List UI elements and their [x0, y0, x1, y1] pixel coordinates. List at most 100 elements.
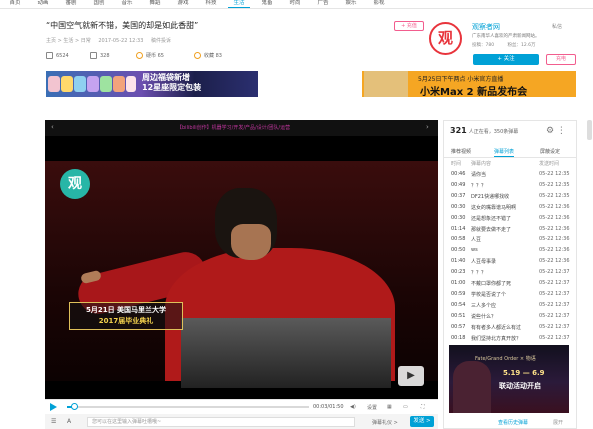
nav-item[interactable]: 鬼畜	[256, 0, 278, 8]
col-sent[interactable]: 发送时间	[539, 160, 559, 167]
banner-left-line2: 12星座限定包装	[142, 83, 202, 92]
recharge-tag[interactable]: + 充值	[394, 21, 424, 31]
nav-item[interactable]: 广告	[312, 0, 334, 8]
fullscreen-icon[interactable]: ⛶	[421, 404, 425, 410]
nav-item[interactable]: 时尚	[284, 0, 306, 8]
row-content: DF21快递哪找收	[471, 193, 510, 200]
nav-item[interactable]: 音乐	[116, 0, 138, 8]
page-scrollbar[interactable]	[587, 120, 592, 140]
expand-link[interactable]: 展开	[553, 419, 563, 426]
danmaku-style-icon[interactable]: A	[67, 418, 71, 425]
uploader-name[interactable]: 观察者网	[472, 22, 500, 32]
nav-item-active[interactable]: 生活	[228, 0, 250, 8]
nav-item[interactable]: 首页	[4, 0, 26, 8]
col-content[interactable]: 弹幕内容	[471, 160, 491, 167]
row-time: 00:23	[451, 269, 466, 276]
breadcrumb[interactable]: 主页 > 生活 > 日常	[46, 38, 91, 44]
player-title[interactable]: 【bilibili创作】机器学习/开发/产品/设计/团队/运营	[177, 124, 290, 131]
send-button[interactable]: 发送 >	[410, 416, 434, 427]
ad-banner-left[interactable]: 周边福袋新增 12星座限定包装	[46, 71, 258, 97]
charge-button[interactable]: 充电	[546, 54, 576, 65]
tv-icon[interactable]: ▶	[398, 366, 424, 386]
row-content: 人豆母事录	[471, 259, 497, 266]
danmaku-row[interactable]: 00:30 还是想象还不错了 05-22 12:36	[444, 215, 576, 224]
nav-item[interactable]: 动画	[32, 0, 54, 8]
message-link[interactable]: 私信	[552, 23, 562, 30]
danmaku-row[interactable]: 01:40 人豆母事录 05-22 12:36	[444, 258, 576, 267]
danmaku-row[interactable]: 00:30 这女的嘴靠谱马明啊 05-22 12:36	[444, 204, 576, 213]
danmaku-input[interactable]: 您可以在这里输入弹幕吐槽哦~	[87, 417, 355, 427]
tab-recommend[interactable]: 推荐视频	[451, 148, 471, 155]
danmaku-row[interactable]: 00:37 DF21快递哪找收 05-22 12:35	[444, 193, 576, 202]
banner-right-line1: 5月25日下午两点 小米官方直播	[418, 76, 504, 83]
video-frame[interactable]: 观 5月21日 美国马里兰大学 2017届毕业典礼 ▶	[45, 136, 438, 399]
danmaku-row[interactable]: 00:57 有有者多人都近么有过 05-22 12:37	[444, 324, 576, 333]
danmaku-panel: 321 人正在看，350条弹幕 ⚙ ⋮ 推荐视频 弹幕列表 屏蔽设定 时间 弹幕内…	[443, 120, 577, 429]
nav-item[interactable]: 舞蹈	[144, 0, 166, 8]
time-display: 00:03/01:50	[313, 404, 344, 410]
danmaku-toggle-icon[interactable]: ☰	[51, 418, 56, 425]
coin-stat[interactable]: 硬币 65	[136, 52, 164, 61]
danmaku-bar: ☰ A 您可以在这里输入弹幕吐槽哦~ 弹幕礼仪 > 发送 >	[45, 414, 438, 429]
danmaku-etiquette-link[interactable]: 弹幕礼仪 >	[372, 419, 398, 426]
chevron-right-icon[interactable]: ›	[426, 123, 429, 131]
danmaku-row[interactable]: 00:58 人豆 05-22 12:36	[444, 236, 576, 245]
danmaku-row[interactable]: 00:23 ？？？ 05-22 12:37	[444, 269, 576, 278]
danmaku-row[interactable]: 00:50 ws 05-22 12:36	[444, 247, 576, 256]
player-title-bar: ‹ 【bilibili创作】机器学习/开发/产品/设计/团队/运营 ›	[45, 120, 438, 136]
viewer-count: 321 人正在看，350条弹幕	[450, 126, 519, 135]
danmaku-row[interactable]: 00:49 ？？？ 05-22 12:35	[444, 182, 576, 191]
danmaku-row[interactable]: 00:51 说些什么？ 05-22 12:37	[444, 313, 576, 322]
row-time: 00:57	[451, 323, 466, 330]
row-content: 请你当	[471, 172, 487, 178]
nav-item[interactable]: 国创	[88, 0, 110, 8]
danmaku-row[interactable]: 00:18 我们坚持北方真开放？ 05-22 12:37	[444, 335, 576, 344]
gear-icon[interactable]: ⚙ ⋮	[546, 126, 566, 136]
row-time: 00:18	[451, 334, 466, 341]
row-time: 00:30	[451, 214, 466, 221]
history-danmaku-link[interactable]: 查看历史弹幕	[498, 419, 528, 426]
nav-item[interactable]: 娱乐	[340, 0, 362, 8]
danmaku-row[interactable]: 00:54 三人多个应 05-22 12:37	[444, 302, 576, 311]
nav-item[interactable]: 影视	[368, 0, 390, 8]
ad-banner-right[interactable]: 5月25日下午两点 小米官方直播 小米Max 2 新品发布会	[362, 71, 576, 97]
row-sent-time: 05-22 12:36	[539, 247, 570, 254]
danmaku-row[interactable]: 00:46 请你当 05-22 12:35	[444, 171, 576, 180]
row-content: 那就要去做不走了	[471, 226, 512, 233]
progress-handle[interactable]	[71, 403, 79, 410]
row-sent-time: 05-22 12:36	[539, 236, 570, 243]
row-sent-time: 05-22 12:35	[539, 181, 570, 188]
fgo-ad-banner[interactable]: Fate/Grand Order × 物语 5.19 — 6.9 联动活动开启	[449, 345, 569, 413]
nav-item[interactable]: 科技	[200, 0, 222, 8]
tab-danmaku-list[interactable]: 弹幕列表	[494, 148, 515, 157]
row-content: 有有者多人都近么有过	[471, 324, 522, 331]
progress-track[interactable]	[67, 406, 309, 408]
volume-icon[interactable]: ◀)	[350, 404, 356, 410]
danmaku-list-header: 时间 弹幕内容 发送时间	[444, 160, 576, 169]
row-content: 学校是否说了个	[471, 291, 507, 298]
col-time[interactable]: 时间	[451, 160, 461, 167]
danmaku-row[interactable]: 00:59 学校是否说了个 05-22 12:37	[444, 291, 576, 300]
nav-item[interactable]: 番剧	[60, 0, 82, 8]
play-icon[interactable]	[50, 403, 57, 411]
row-time: 00:59	[451, 290, 466, 297]
danmaku-row[interactable]: 01:00 不戴口罩你都了死 05-22 12:37	[444, 280, 576, 289]
uploader-desc: 广东南华人喜欢的严肃新闻网站。	[472, 34, 540, 39]
views-stat: 6524	[46, 52, 69, 61]
chevron-left-icon[interactable]: ‹	[51, 123, 54, 131]
tab-block-settings[interactable]: 屏蔽设定	[540, 148, 560, 155]
nav-item[interactable]: 游戏	[172, 0, 194, 8]
danmaku-stat: 328	[90, 52, 110, 61]
report-link[interactable]: 稿件投诉	[151, 38, 171, 44]
panel-tabs: 推荐视频 弹幕列表 屏蔽设定	[444, 146, 576, 158]
danmaku-row[interactable]: 01:14 那就要去做不走了 05-22 12:36	[444, 226, 576, 235]
row-time: 01:14	[451, 225, 466, 232]
favorite-stat[interactable]: 收藏 83	[194, 52, 222, 61]
settings-button[interactable]: 设置	[367, 404, 377, 411]
avatar[interactable]: 观	[429, 22, 462, 55]
widescreen-icon[interactable]: ▦	[387, 404, 392, 410]
row-sent-time: 05-22 12:35	[539, 171, 570, 177]
follow-button[interactable]: + 关注	[473, 54, 539, 65]
webfull-icon[interactable]: ▭	[403, 404, 408, 410]
row-sent-time: 05-22 12:36	[539, 214, 570, 221]
